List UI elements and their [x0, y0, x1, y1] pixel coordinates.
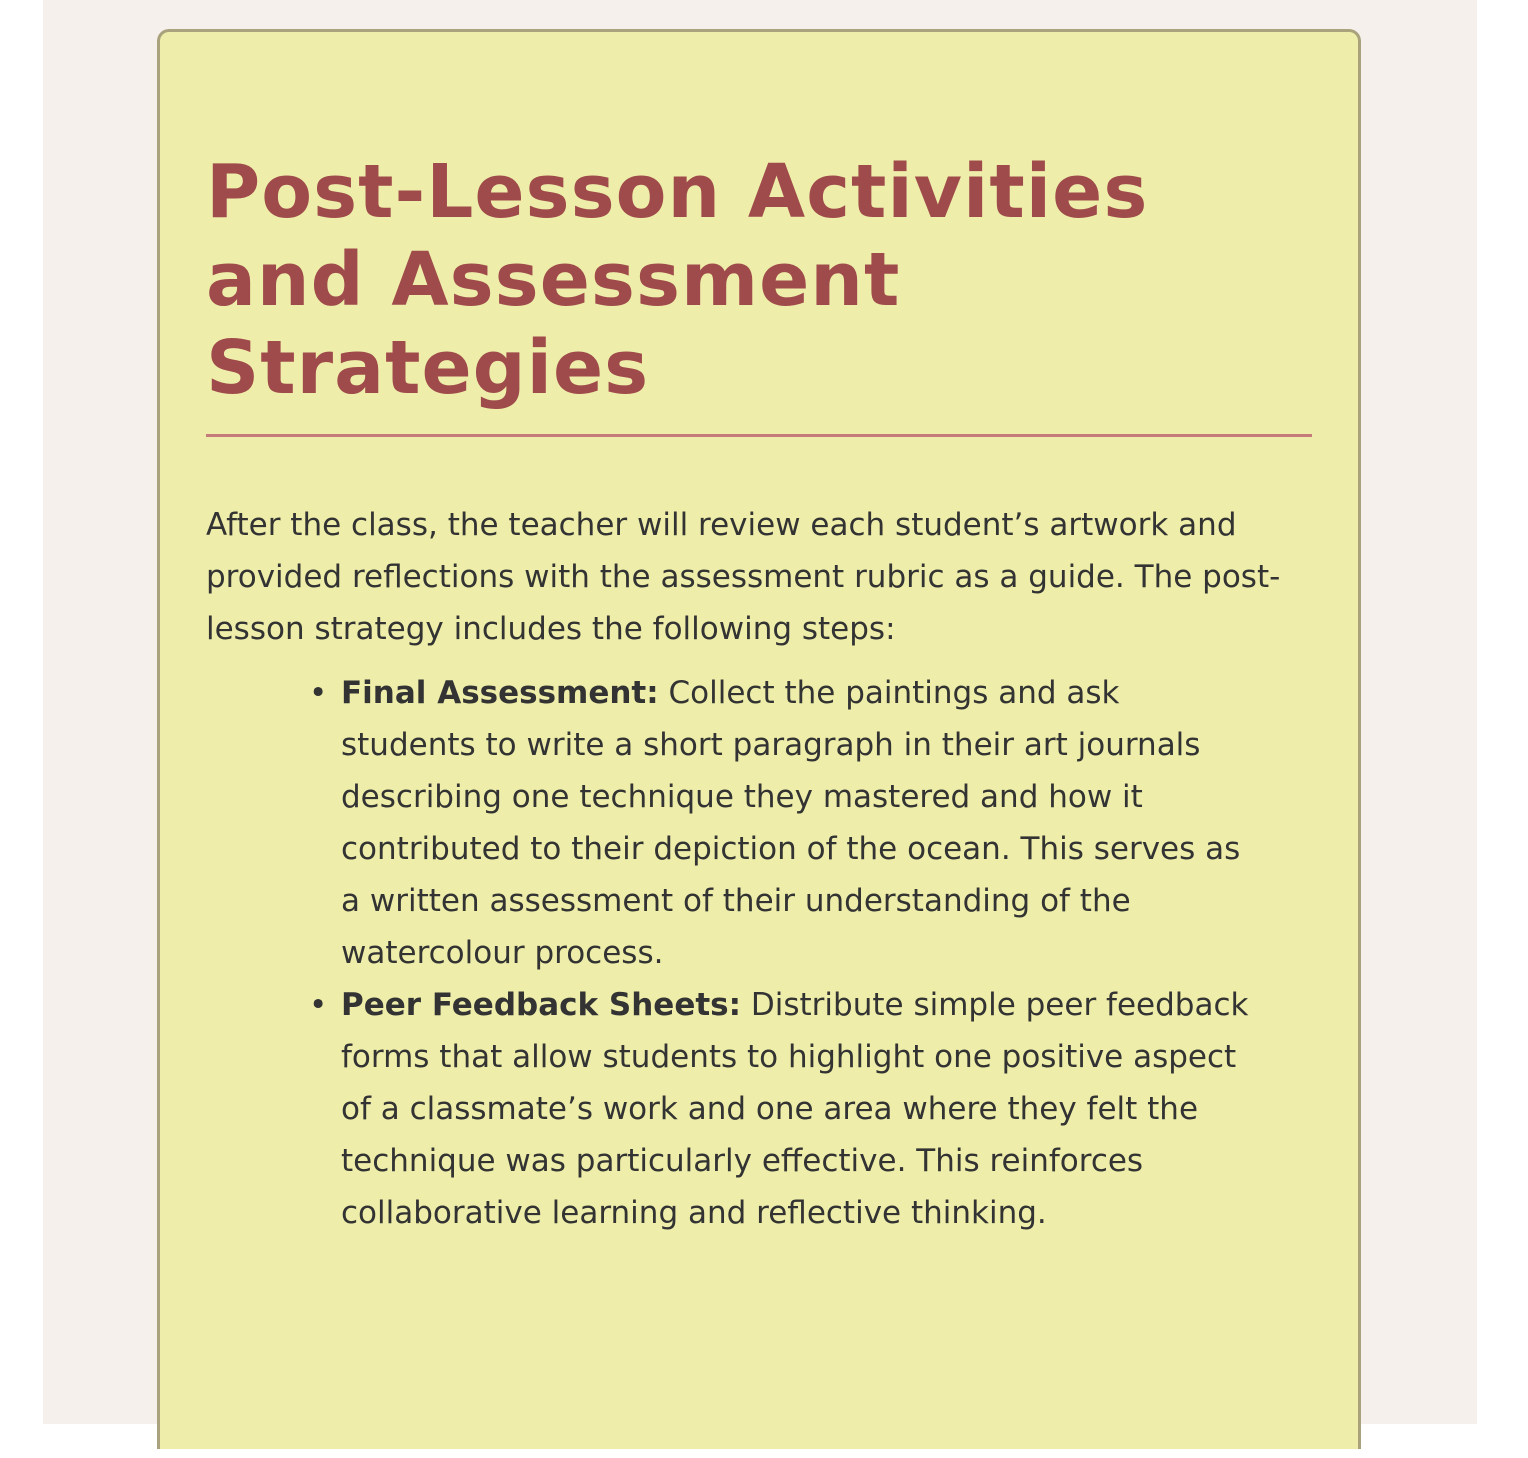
strategy-list: Final Assessment: Collect the paintings … [206, 667, 1261, 1239]
page-background: Post-Lesson Activities and Assessment St… [43, 0, 1477, 1449]
content-card: Post-Lesson Activities and Assessment St… [157, 29, 1361, 1449]
list-item-label: Peer Feedback Sheets: [341, 987, 742, 1023]
list-item-final-assessment: Final Assessment: Collect the paintings … [309, 667, 1261, 979]
page-title: Post-Lesson Activities and Assessment St… [206, 149, 1149, 411]
list-item-text: Collect the paintings and ask students t… [341, 675, 1241, 971]
intro-paragraph: After the class, the teacher will review… [206, 507, 1281, 647]
list-item-peer-feedback: Peer Feedback Sheets: Distribute simple … [309, 979, 1261, 1239]
list-item-label: Final Assessment: [341, 675, 659, 711]
title-divider [206, 434, 1312, 437]
list-item-text: Distribute simple peer feedback forms th… [341, 987, 1249, 1231]
